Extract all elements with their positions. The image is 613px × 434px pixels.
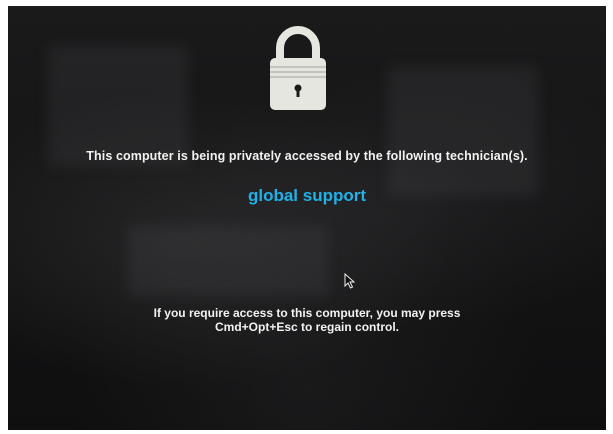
- instruction-line-1: If you require access to this computer, …: [153, 306, 461, 320]
- instruction-line-2: Cmd+Opt+Esc to regain control.: [214, 320, 400, 334]
- technician-name: global support: [247, 186, 367, 205]
- background-reflection: [128, 226, 328, 296]
- regain-control-instructions: If you require access to this computer, …: [8, 306, 606, 334]
- photo-frame: This computer is being privately accesse…: [0, 0, 613, 434]
- background-reflection: [48, 46, 188, 166]
- padlock-icon: [264, 18, 332, 114]
- background-reflection: [388, 66, 538, 196]
- mouse-pointer-icon: [344, 273, 356, 289]
- remote-access-lock-screen: This computer is being privately accesse…: [8, 6, 606, 430]
- access-message: This computer is being privately accesse…: [86, 149, 528, 163]
